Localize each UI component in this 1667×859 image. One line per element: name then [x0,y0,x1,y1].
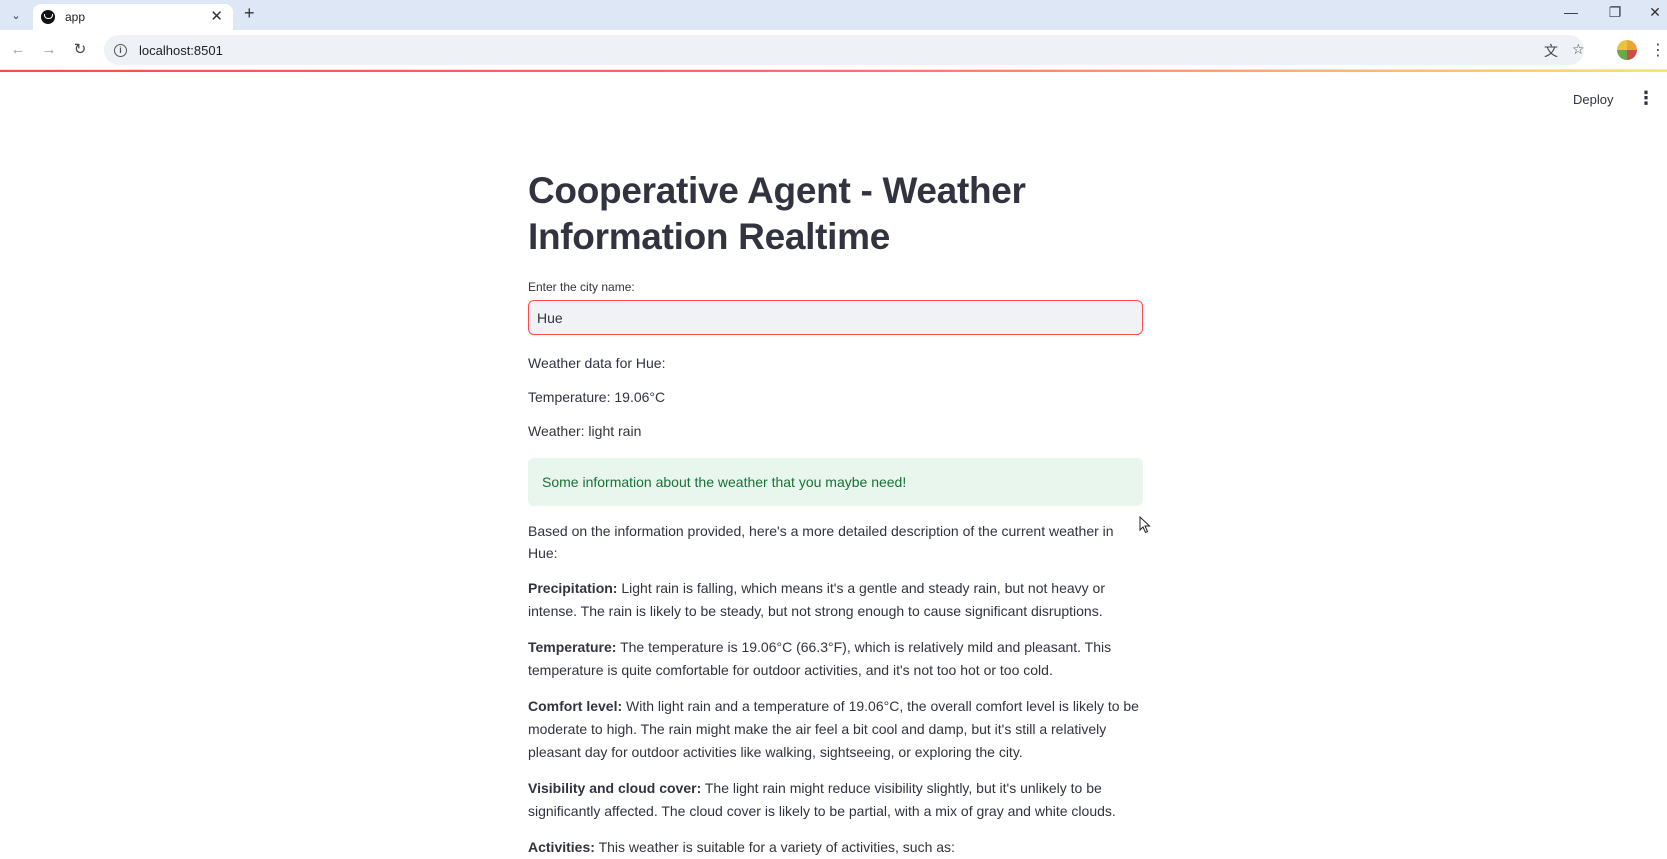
section-text: This weather is suitable for a variety o… [598,839,955,855]
back-arrow-icon[interactable]: ← [7,39,29,61]
profile-avatar-icon[interactable] [1617,40,1637,60]
precipitation-section: Precipitation: Light rain is falling, wh… [528,577,1143,623]
weather-text: Weather: light rain [528,423,642,439]
info-icon[interactable]: i [114,43,127,57]
reload-icon[interactable]: ↻ [69,39,91,61]
chevron-down-icon[interactable]: ⌄ [6,5,26,25]
forward-arrow-icon[interactable]: → [38,39,60,61]
city-input-label: Enter the city name: [528,280,635,294]
plus-icon[interactable]: + [244,3,255,24]
star-icon[interactable]: ☆ [1572,41,1585,58]
section-text: The temperature is 19.06°C (66.3°F), whi… [528,639,1112,678]
close-icon[interactable]: ✕ [210,7,223,25]
city-input[interactable] [528,300,1143,335]
section-heading: Comfort level: [528,698,623,714]
restore-icon[interactable]: ❐ [1600,4,1630,21]
success-message: Some information about the weather that … [542,474,907,490]
mouse-cursor-icon [1139,515,1151,539]
translate-icon[interactable]: 文 [1544,41,1558,61]
success-alert: Some information about the weather that … [528,458,1143,506]
app-header: Deploy ⋮ [0,72,1667,132]
section-heading: Visibility and cloud cover: [528,780,702,796]
comfort-level-section: Comfort level: With light rain and a tem… [528,695,1143,764]
browser-tab-bar: ⌄ app ✕ + — ❐ ✕ [0,0,1667,30]
temperature-section: Temperature: The temperature is 19.06°C … [528,636,1143,682]
url-bar[interactable]: i localhost:8501 文 ☆ [104,35,1585,65]
browser-tab[interactable]: app ✕ [33,4,233,30]
section-heading: Activities: [528,839,595,855]
description-intro: Based on the information provided, here'… [528,523,1114,561]
url-text[interactable]: localhost:8501 [139,43,223,58]
kebab-menu-icon[interactable]: ⋮ [1650,40,1666,60]
tab-title: app [65,10,86,24]
activities-section: Activities: This weather is suitable for… [528,836,1143,859]
minimize-icon[interactable]: — [1556,4,1586,20]
kebab-menu-icon[interactable]: ⋮ [1637,88,1655,109]
section-heading: Precipitation: [528,580,618,596]
visibility-section: Visibility and cloud cover: The light ra… [528,777,1143,823]
page-title: Cooperative Agent - Weather Information … [528,170,1026,257]
close-window-icon[interactable]: ✕ [1640,4,1667,21]
weather-data-heading: Weather data for Hue: [528,355,666,371]
browser-address-bar: ← → ↻ i localhost:8501 文 ☆ ⋮ [0,30,1667,70]
deploy-button[interactable]: Deploy [1573,92,1613,107]
main-content: Cooperative Agent - Weather Information … [528,168,1143,859]
temperature-text: Temperature: 19.06°C [528,389,666,405]
section-heading: Temperature: [528,639,617,655]
streamlit-icon [41,10,55,24]
